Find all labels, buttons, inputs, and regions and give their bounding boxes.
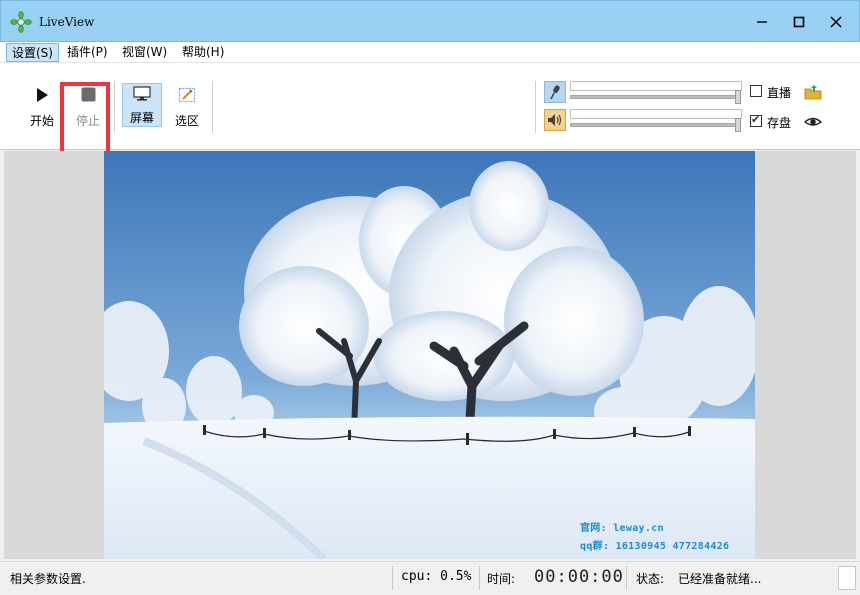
title-bar[interactable]: LiveView: [0, 0, 860, 42]
microphone-icon: [550, 85, 560, 100]
watermark-site: 官网: leway.cn: [580, 523, 664, 534]
video-preview-area[interactable]: 官网: leway.cn qq群: 16130945 477284426: [4, 151, 856, 559]
start-label: 开始: [29, 114, 54, 128]
status-hint: 相关参数设置.: [10, 572, 86, 586]
status-separator: [392, 566, 393, 590]
live-label: 直播: [767, 86, 792, 100]
winter-scene-image: [104, 151, 755, 559]
speaker-button[interactable]: [544, 109, 566, 131]
window-title: LiveView: [39, 15, 95, 29]
cpu-usage: cpu: 0.5%: [401, 569, 472, 584]
close-button[interactable]: [823, 9, 849, 35]
monitor-icon: [133, 85, 151, 101]
speaker-volume-slider[interactable]: [570, 109, 742, 132]
menu-settings[interactable]: 设置(S): [6, 43, 59, 62]
start-button[interactable]: 开始: [22, 83, 62, 129]
menu-window[interactable]: 视窗(W): [117, 43, 172, 62]
maximize-icon: [793, 16, 805, 28]
status-bar: 相关参数设置. cpu: 0.5% 时间: 00:00:00 状态: 已经准备就…: [0, 561, 860, 595]
eye-icon[interactable]: [804, 114, 822, 130]
region-select-icon: [178, 87, 196, 102]
play-icon: [37, 87, 48, 102]
elapsed-time: 00:00:00: [534, 567, 624, 587]
screen-button[interactable]: 屏幕: [122, 83, 162, 127]
maximize-button[interactable]: [786, 9, 812, 35]
app-logo-icon: [10, 11, 32, 33]
microphone-slider-thumb[interactable]: [735, 90, 741, 104]
region-button[interactable]: 选区: [167, 83, 207, 129]
close-icon: [830, 16, 842, 28]
microphone-button[interactable]: [544, 81, 566, 103]
toolbar-separator: [114, 81, 115, 133]
minimize-button[interactable]: [749, 9, 775, 35]
status-separator: [626, 566, 627, 590]
folder-upload-icon[interactable]: [804, 84, 822, 100]
watermark-qq: qq群: 16130945 477284426: [580, 541, 730, 552]
speaker-icon: [548, 114, 562, 126]
menu-help[interactable]: 帮助(H): [177, 43, 229, 62]
stop-highlight-box: [60, 82, 110, 160]
toolbar: 开始 停止 屏幕 选区 直播 存盘: [0, 63, 860, 150]
screen-label: 屏幕: [129, 111, 154, 125]
status-separator: [479, 566, 480, 590]
live-checkbox[interactable]: [750, 85, 762, 97]
menu-plugins[interactable]: 插件(P): [62, 43, 113, 62]
state-value: 已经准备就绪...: [678, 572, 762, 586]
save-checkbox[interactable]: [750, 113, 762, 127]
microphone-volume-slider[interactable]: [570, 81, 742, 104]
capture-preview: 官网: leway.cn qq群: 16130945 477284426: [104, 151, 755, 559]
state-label: 状态:: [636, 572, 665, 586]
toolbar-separator: [212, 81, 213, 133]
toolbar-separator: [535, 81, 536, 133]
minimize-icon: [757, 21, 767, 23]
time-label: 时间:: [487, 572, 516, 586]
region-label: 选区: [174, 114, 199, 128]
resize-grip[interactable]: [838, 566, 856, 590]
speaker-slider-thumb[interactable]: [735, 118, 741, 132]
save-label: 存盘: [767, 116, 792, 130]
menu-bar: 设置(S) 插件(P) 视窗(W) 帮助(H): [0, 42, 860, 63]
